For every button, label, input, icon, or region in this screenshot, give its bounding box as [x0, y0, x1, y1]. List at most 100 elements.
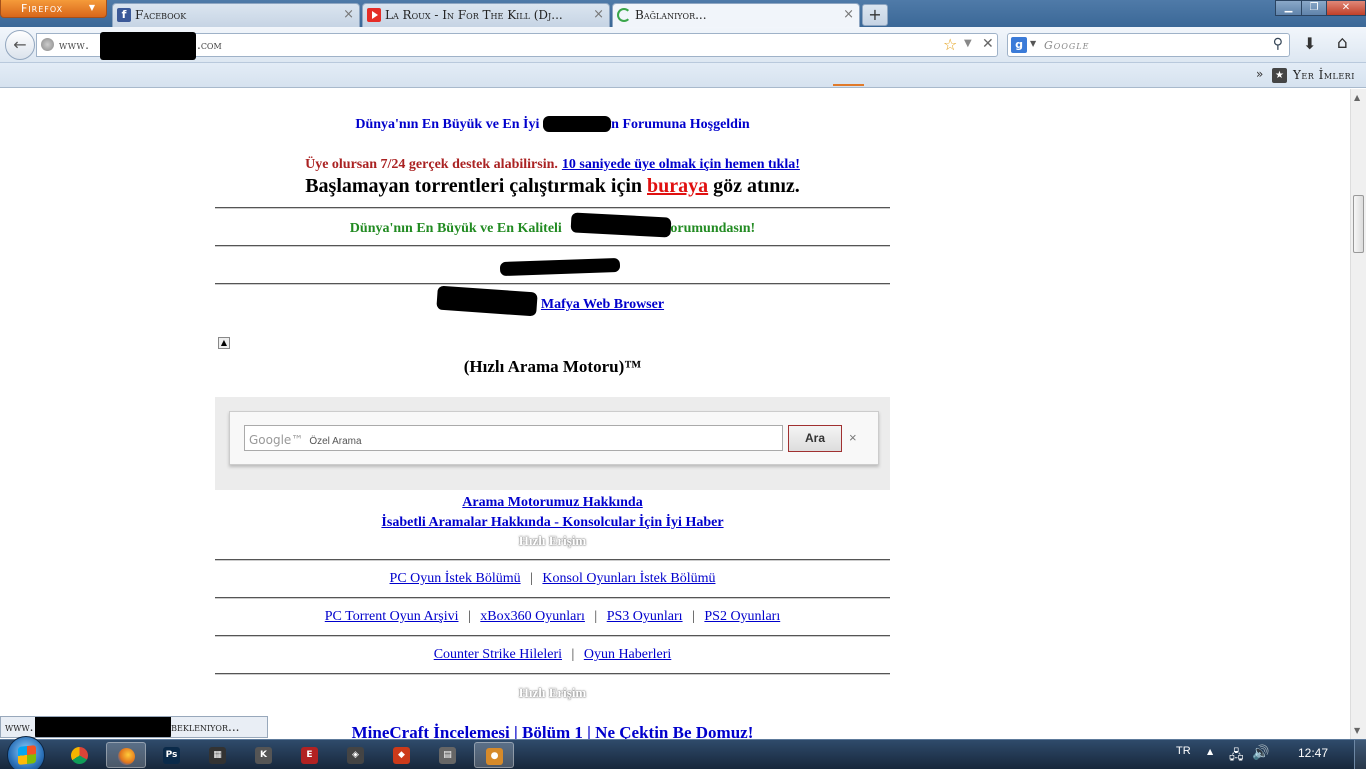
search-button[interactable]: Ara — [788, 425, 842, 452]
torrent-line: Başlamayan torrentleri çalıştırmak için … — [215, 175, 890, 198]
windows-logo-icon — [18, 745, 36, 765]
divider — [215, 245, 890, 247]
taskbar-button[interactable]: K — [244, 742, 284, 768]
ps3-link[interactable]: PS3 Oyunları — [607, 609, 683, 624]
mafya-browser-link[interactable]: Mafya Web Browser — [541, 297, 664, 312]
bookmarks-toolbar: » ★ Yer İmleri — [0, 63, 1366, 88]
tab-youtube[interactable]: La Roux - In For The Kill (Dj... × — [362, 3, 610, 27]
ps2-link[interactable]: PS2 Oyunları — [704, 609, 780, 624]
new-tab-button[interactable]: + — [862, 4, 888, 26]
torrent-link[interactable]: buraya — [647, 175, 708, 197]
search-icon[interactable]: ⚲ — [1273, 36, 1283, 52]
back-arrow-icon: ← — [13, 35, 27, 54]
quality-text: Dünya'nın En Büyük ve En Kaliteli — [349, 221, 562, 236]
back-button[interactable]: ← — [5, 30, 35, 60]
volume-icon[interactable]: 🔊 — [1252, 745, 1269, 761]
start-button[interactable] — [7, 736, 45, 769]
close-icon[interactable]: × — [843, 7, 854, 22]
taskbar-button[interactable]: ◈ — [336, 742, 376, 768]
minimize-button[interactable]: ▁ — [1275, 0, 1302, 16]
tab-loading[interactable]: Bağlanıyor... × — [612, 3, 860, 27]
google-icon[interactable]: g — [1011, 37, 1027, 53]
welcome-line: Dünya'nın En Büyük ve En İyi un Forumuna… — [215, 115, 890, 133]
custom-search-area: Google™ Özel Arama Ara × — [215, 397, 890, 490]
taskbar: Ps K ▦ E ◈ ◆ ▤ ● TR ▲ 🖧 🔊 12:47 — [0, 736, 1366, 769]
taskbar-button[interactable] — [106, 742, 146, 768]
search-input[interactable]: Google — [1044, 39, 1089, 52]
separator: | — [467, 609, 471, 624]
custom-search-input[interactable]: Google™ Özel Arama — [244, 425, 783, 451]
divider — [215, 207, 890, 209]
tab-label: Bağlanıyor... — [635, 8, 707, 22]
about-line: Arama Motorumuz Hakkında — [215, 493, 890, 511]
cs-hacks-link[interactable]: Counter Strike Hileleri — [434, 647, 562, 662]
taskbar-button[interactable]: ▤ — [428, 742, 468, 768]
network-icon[interactable]: 🖧 — [1229, 746, 1244, 768]
scroll-down-icon[interactable]: ▼ — [1354, 726, 1360, 735]
home-icon[interactable]: ⌂ — [1337, 33, 1348, 53]
pc-torrent-link[interactable]: PC Torrent Oyun Arşivi — [325, 609, 459, 624]
loading-indicator — [833, 84, 864, 86]
app-k-icon: K — [255, 747, 272, 764]
firefox-menu-button[interactable]: Firefox ▼ — [0, 0, 107, 18]
title-bar: Firefox ▼ f Facebook × La Roux - In For … — [0, 0, 1366, 27]
bookmark-star-icon[interactable]: ☆ — [943, 35, 957, 54]
tab-facebook[interactable]: f Facebook × — [112, 3, 360, 27]
taskbar-button[interactable]: ▦ — [198, 742, 238, 768]
stop-icon[interactable]: ✕ — [982, 36, 994, 52]
language-indicator[interactable]: TR — [1176, 745, 1191, 757]
clapper-icon: ▦ — [209, 747, 226, 764]
scroll-up-icon[interactable]: ▲ — [1354, 93, 1360, 102]
redacted-banner — [499, 257, 621, 277]
game-news-link[interactable]: Oyun Haberleri — [584, 647, 671, 662]
torrent-suffix: göz atınız. — [713, 175, 800, 197]
pc-request-link[interactable]: PC Oyun İstek Bölümü — [390, 571, 521, 586]
close-window-button[interactable]: ✕ — [1326, 0, 1366, 16]
about-link[interactable]: Arama Motorumuz Hakkında — [462, 495, 642, 510]
chrome-icon — [71, 747, 88, 764]
clear-icon[interactable]: × — [849, 430, 857, 445]
quality-suffix: Forumundasın! — [661, 221, 756, 236]
redacted-domain — [100, 32, 196, 60]
maximize-button[interactable]: ❐ — [1301, 0, 1327, 16]
redacted-text — [570, 212, 672, 238]
history-dropdown-icon[interactable]: ▼ — [964, 38, 972, 49]
xbox360-link[interactable]: xBox360 Oyunları — [480, 609, 585, 624]
show-hidden-icons-icon[interactable]: ▲ — [1207, 747, 1213, 756]
taskbar-button[interactable]: ● — [474, 742, 514, 768]
bottom-line: MineCraft İncelemesi | Bölüm 1 | Ne Çekt… — [215, 723, 890, 739]
search-bar[interactable]: g ▼ Google ⚲ — [1007, 33, 1290, 57]
separator: | — [571, 647, 575, 662]
register-link[interactable]: 10 saniyede üye olmak için hemen tıkla! — [562, 157, 800, 172]
welcome-suffix: un Forumuna Hoşgeldin — [603, 117, 750, 132]
clock[interactable]: 12:47 — [1298, 746, 1328, 760]
console-request-link[interactable]: Konsol Oyunları İstek Bölümü — [542, 571, 715, 586]
google-logo: Google™ — [249, 433, 304, 447]
show-desktop-button[interactable] — [1354, 740, 1366, 769]
taskbar-button[interactable]: Ps — [152, 742, 192, 768]
navigation-toolbar: ← www. .com ☆ ▼ ✕ g ▼ Google ⚲ ⬇ ⌂ — [0, 27, 1366, 63]
member-text: Üye olursan 7/24 gerçek destek alabilirs… — [305, 157, 558, 172]
search-placeholder: Özel Arama — [309, 436, 362, 447]
scroll-top-icon[interactable]: ▲ — [218, 337, 230, 349]
loading-icon — [617, 8, 631, 22]
calculator-icon: ▤ — [439, 747, 456, 764]
taskbar-button[interactable]: E — [290, 742, 330, 768]
download-icon[interactable]: ⬇ — [1303, 34, 1316, 53]
minecraft-link[interactable]: MineCraft İncelemesi | Bölüm 1 | Ne Çekt… — [352, 723, 754, 739]
globe-icon — [41, 38, 54, 51]
accurate-search-link[interactable]: İsabetli Aramalar Hakkında - Konsolcular… — [381, 515, 723, 530]
vertical-scrollbar[interactable]: ▲ ▼ — [1350, 89, 1366, 739]
facebook-icon: f — [117, 8, 131, 22]
close-icon[interactable]: × — [343, 7, 354, 22]
bookmarks-menu-button[interactable]: Yer İmleri — [1293, 68, 1355, 82]
taskbar-button[interactable]: ◆ — [382, 742, 422, 768]
chevron-down-icon[interactable]: ▼ — [1030, 39, 1036, 48]
app-red-icon: E — [301, 747, 318, 764]
scrollbar-thumb[interactable] — [1353, 195, 1364, 253]
close-icon[interactable]: × — [593, 7, 604, 22]
taskbar-button[interactable] — [60, 742, 100, 768]
bookmarks-star-icon[interactable]: ★ — [1272, 68, 1287, 83]
url-bar[interactable]: www. .com ☆ ▼ ✕ — [36, 32, 998, 60]
chevron-right-icon[interactable]: » — [1256, 67, 1263, 81]
